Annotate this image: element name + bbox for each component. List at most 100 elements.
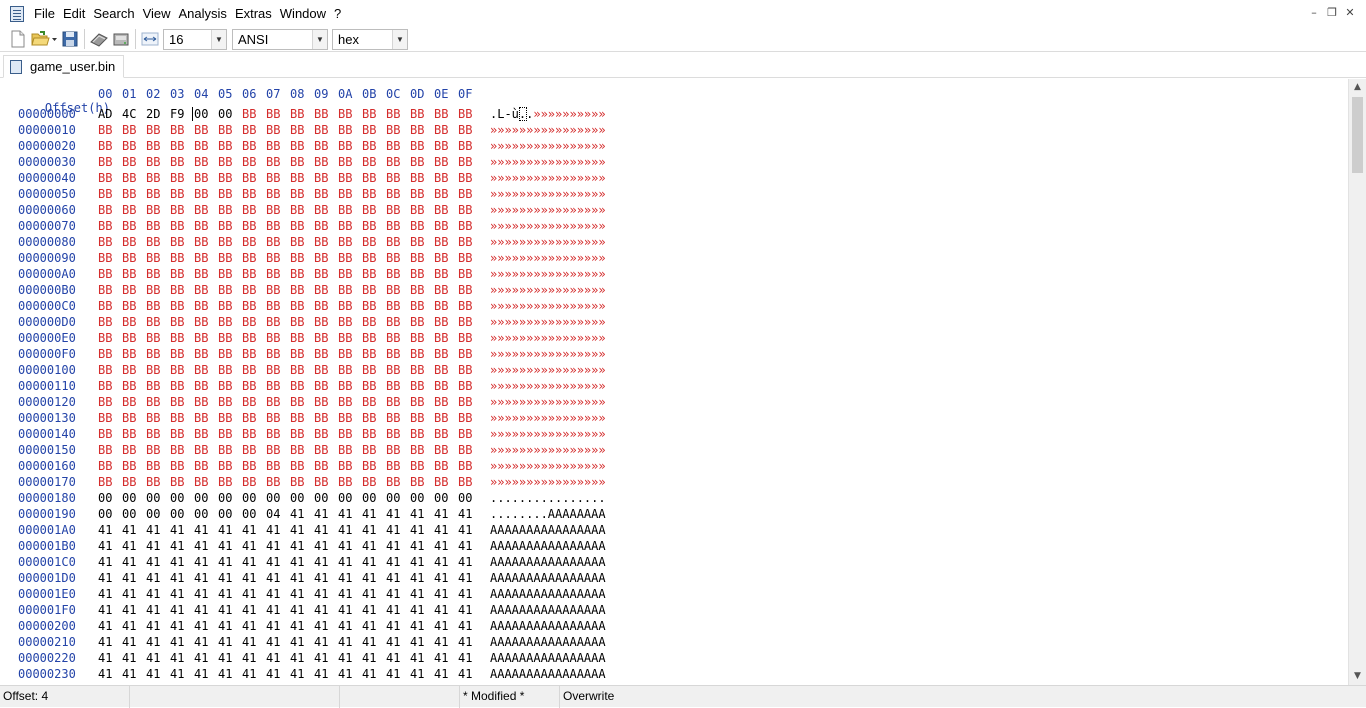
hex-byte[interactable]: BB [314, 346, 338, 362]
ascii-text[interactable]: AAAAAAAAAAAAAAAA [490, 634, 606, 650]
hex-byte[interactable]: 00 [122, 506, 146, 522]
hex-byte[interactable]: BB [290, 266, 314, 282]
hex-byte[interactable]: 41 [386, 522, 410, 538]
hex-byte[interactable]: BB [266, 298, 290, 314]
hex-byte[interactable]: BB [218, 138, 242, 154]
hex-byte[interactable]: BB [218, 442, 242, 458]
hex-byte[interactable]: 41 [410, 602, 434, 618]
hex-byte[interactable]: BB [194, 250, 218, 266]
hex-byte[interactable]: BB [314, 218, 338, 234]
hex-byte[interactable]: BB [386, 186, 410, 202]
hex-byte[interactable]: BB [410, 458, 434, 474]
hex-byte[interactable]: BB [218, 314, 242, 330]
hex-byte[interactable]: 41 [362, 650, 386, 666]
hex-byte[interactable]: BB [122, 410, 146, 426]
hex-byte[interactable]: 41 [362, 634, 386, 650]
hex-byte[interactable]: BB [338, 218, 362, 234]
hex-byte[interactable]: 41 [410, 666, 434, 682]
hex-byte[interactable]: 00 [338, 490, 362, 506]
hex-byte[interactable]: BB [146, 186, 170, 202]
hex-byte[interactable]: BB [146, 202, 170, 218]
hex-byte[interactable]: BB [290, 202, 314, 218]
hex-byte[interactable]: BB [242, 282, 266, 298]
hex-byte[interactable]: BB [266, 202, 290, 218]
hex-byte[interactable]: 41 [458, 554, 482, 570]
hex-byte[interactable]: 41 [434, 538, 458, 554]
hex-byte[interactable]: BB [194, 298, 218, 314]
hex-byte[interactable]: 00 [242, 490, 266, 506]
hex-byte[interactable]: BB [218, 266, 242, 282]
ascii-text[interactable]: »»»»»»»»»»»»»»»» [490, 362, 606, 378]
hex-byte[interactable]: BB [266, 474, 290, 490]
hex-byte[interactable]: BB [266, 234, 290, 250]
hex-byte[interactable]: BB [410, 250, 434, 266]
hex-byte[interactable]: BB [434, 266, 458, 282]
hex-byte[interactable]: 41 [98, 618, 122, 634]
hex-byte[interactable]: BB [170, 202, 194, 218]
ascii-text[interactable]: »»»»»»»»»»»»»»»» [490, 394, 606, 410]
hex-byte[interactable]: 41 [338, 618, 362, 634]
hex-byte[interactable]: BB [170, 234, 194, 250]
hex-byte[interactable]: BB [434, 330, 458, 346]
hex-byte[interactable]: BB [434, 394, 458, 410]
hex-byte[interactable]: 41 [266, 538, 290, 554]
hex-byte[interactable]: BB [266, 442, 290, 458]
hex-byte[interactable]: BB [170, 458, 194, 474]
hex-byte[interactable]: BB [194, 186, 218, 202]
hex-byte[interactable]: BB [194, 234, 218, 250]
hex-byte[interactable]: BB [338, 458, 362, 474]
hex-byte[interactable]: BB [338, 298, 362, 314]
hex-byte[interactable]: BB [314, 410, 338, 426]
hex-byte[interactable]: BB [434, 298, 458, 314]
hex-byte[interactable]: 00 [170, 490, 194, 506]
hex-byte[interactable]: BB [362, 378, 386, 394]
hex-byte[interactable]: BB [314, 458, 338, 474]
hex-byte[interactable]: 41 [434, 602, 458, 618]
hex-byte[interactable]: 41 [386, 618, 410, 634]
ascii-text[interactable]: »»»»»»»»»»»»»»»» [490, 346, 606, 362]
hex-byte[interactable]: BB [434, 218, 458, 234]
hex-byte[interactable]: 00 [434, 490, 458, 506]
hex-byte[interactable]: BB [434, 442, 458, 458]
hex-byte[interactable]: BB [98, 170, 122, 186]
hex-byte[interactable]: 41 [218, 554, 242, 570]
hex-byte[interactable]: BB [122, 346, 146, 362]
hex-byte[interactable]: BB [170, 170, 194, 186]
hex-byte[interactable]: BB [98, 186, 122, 202]
hex-byte[interactable]: BB [194, 170, 218, 186]
hex-byte[interactable]: BB [314, 442, 338, 458]
hex-byte[interactable]: BB [242, 250, 266, 266]
hex-byte[interactable]: BB [434, 346, 458, 362]
hex-byte[interactable]: BB [362, 330, 386, 346]
hex-byte[interactable]: 41 [362, 506, 386, 522]
hex-byte[interactable]: 41 [362, 538, 386, 554]
hex-byte[interactable]: F9 [170, 106, 194, 122]
ascii-text[interactable]: AAAAAAAAAAAAAAAA [490, 538, 606, 554]
hex-byte[interactable]: 41 [410, 554, 434, 570]
hex-byte[interactable]: BB [122, 202, 146, 218]
hex-byte[interactable]: BB [146, 170, 170, 186]
hex-byte[interactable]: BB [290, 426, 314, 442]
hex-byte[interactable]: BB [434, 186, 458, 202]
hex-byte[interactable]: BB [434, 106, 458, 122]
hex-byte[interactable]: 41 [146, 570, 170, 586]
hex-byte[interactable]: BB [122, 362, 146, 378]
hex-byte[interactable]: BB [362, 314, 386, 330]
hex-byte[interactable]: BB [338, 330, 362, 346]
hex-byte[interactable]: BB [218, 186, 242, 202]
hex-byte[interactable]: BB [194, 442, 218, 458]
hex-byte[interactable]: BB [242, 186, 266, 202]
save-button[interactable] [59, 28, 81, 50]
hex-byte[interactable]: BB [218, 122, 242, 138]
hex-byte[interactable]: 41 [338, 666, 362, 682]
hex-byte[interactable]: BB [458, 314, 482, 330]
hex-byte[interactable]: 41 [146, 634, 170, 650]
hex-byte[interactable]: BB [242, 426, 266, 442]
hex-byte[interactable]: BB [314, 202, 338, 218]
hex-byte[interactable]: 41 [458, 586, 482, 602]
hex-byte[interactable]: BB [386, 362, 410, 378]
hex-byte[interactable]: 41 [434, 506, 458, 522]
hex-byte[interactable]: 41 [386, 538, 410, 554]
tab-game-user-bin[interactable]: game_user.bin [3, 55, 125, 78]
hex-byte[interactable]: 41 [122, 570, 146, 586]
